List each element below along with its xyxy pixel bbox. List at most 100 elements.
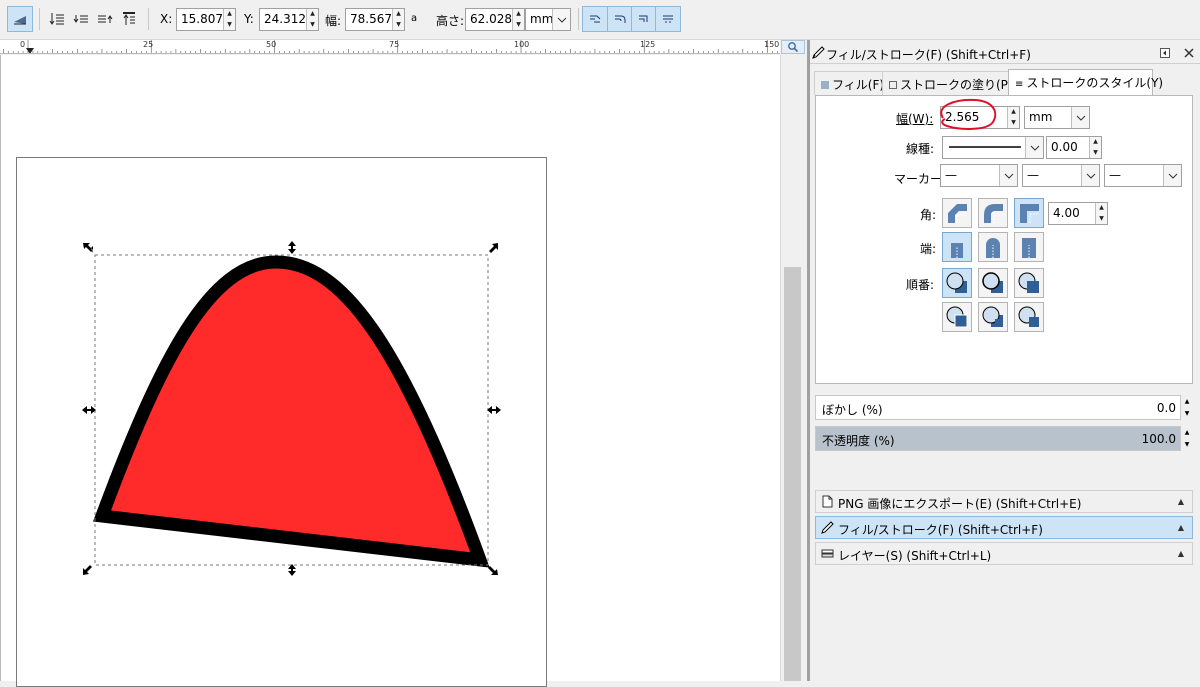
blur-slider[interactable]: ぼかし (%) 0.0 xyxy=(815,395,1181,420)
panel-title: フィル/ストローク(F) (Shift+Ctrl+F) xyxy=(826,48,1031,62)
tab-stroke-style[interactable]: ≡ ストロークのスタイル(Y) xyxy=(1008,69,1163,96)
cap-round-button[interactable] xyxy=(978,232,1008,262)
dash-label: 線種: xyxy=(906,142,935,156)
miter-join-icon xyxy=(1020,204,1039,223)
join-miter-button[interactable] xyxy=(1014,198,1044,228)
order-fill-markers-stroke-button[interactable] xyxy=(1014,268,1044,298)
paint-order-icon xyxy=(946,272,967,293)
resize-handle-top[interactable] xyxy=(288,241,296,254)
stroke-style-tab-icon: ≡ xyxy=(1015,79,1024,90)
expand-up-icon: ▲ xyxy=(1177,497,1184,506)
miter-limit-value: 4.00 xyxy=(1053,206,1080,220)
stroke-width-label: 幅(W): xyxy=(896,112,934,126)
butt-cap-icon xyxy=(951,243,963,258)
dock-layers[interactable]: レイヤー(S) (Shift+Ctrl+L) ▲ xyxy=(815,542,1193,565)
blur-value: 0.0 xyxy=(1156,401,1176,415)
dock-layers-label: レイヤー(S) (Shift+Ctrl+L) xyxy=(838,549,992,563)
chevron-down-icon xyxy=(1163,165,1181,186)
join-label: 角: xyxy=(920,208,937,222)
cap-square-button[interactable] xyxy=(1014,232,1044,262)
panel-title-bar: フィル/ストローク(F) (Shift+Ctrl+F) xyxy=(810,42,1200,64)
resize-handle-bottom[interactable] xyxy=(288,564,296,576)
order-markers-fill-stroke-button[interactable] xyxy=(942,302,972,332)
stroke-width-unit-select[interactable]: mm xyxy=(1024,106,1090,129)
stroke-width-unit: mm xyxy=(1029,110,1053,124)
export-file-icon xyxy=(822,495,833,508)
order-markers-stroke-fill-button[interactable] xyxy=(978,302,1008,332)
tab-fill-label: フィル(F) xyxy=(832,78,885,92)
paint-order-icon xyxy=(1018,272,1039,293)
mid-marker-select[interactable]: — xyxy=(1022,164,1100,187)
dash-offset-value: 0.00 xyxy=(1051,140,1078,154)
fill-stroke-panel: フィル/ストローク(F) (Shift+Ctrl+F) フィル(F) ストローク… xyxy=(810,40,1200,681)
order-stroke-fill-markers-button[interactable] xyxy=(978,268,1008,298)
blur-label: ぼかし (%) xyxy=(822,403,883,417)
resize-handle-right[interactable] xyxy=(487,406,501,414)
tab-bar: フィル(F) ストロークの塗り(P) ≡ ストロークのスタイル(Y) xyxy=(810,66,1200,96)
chevron-down-icon xyxy=(1081,165,1099,186)
expand-up-icon: ▲ xyxy=(1177,523,1184,532)
opacity-stepper[interactable]: ▲ ▼ xyxy=(1181,426,1193,451)
dash-offset-field[interactable]: 0.00 ▲ ▼ xyxy=(1046,136,1102,159)
opacity-label: 不透明度 (%) xyxy=(822,434,895,448)
cap-label: 端: xyxy=(920,242,937,256)
paint-order-icon xyxy=(982,306,1003,327)
chevron-down-icon xyxy=(999,165,1017,186)
cap-butt-button[interactable] xyxy=(942,232,972,262)
bevel-join-icon xyxy=(948,204,967,223)
red-curved-shape[interactable] xyxy=(93,255,490,568)
resize-handle-top-right[interactable] xyxy=(489,243,498,253)
order-label: 順番: xyxy=(906,278,935,292)
blur-stepper[interactable]: ▲ ▼ xyxy=(1181,395,1193,420)
paint-order-icon xyxy=(1018,306,1039,327)
iconify-panel-icon[interactable] xyxy=(1160,48,1170,58)
end-marker-select[interactable]: — xyxy=(1104,164,1182,187)
magnifier-icon xyxy=(788,42,799,53)
marker-label: マーカー: xyxy=(894,172,947,186)
stroke-paint-tab-icon xyxy=(889,81,897,89)
end-marker-value: — xyxy=(1109,168,1121,182)
resize-handle-left[interactable] xyxy=(82,406,96,414)
join-bevel-button[interactable] xyxy=(942,198,972,228)
dash-pattern-select[interactable] xyxy=(942,136,1044,159)
paint-order-icon xyxy=(982,272,1003,293)
opacity-slider[interactable]: 不透明度 (%) 100.0 xyxy=(815,426,1181,451)
stroke-style-content: 幅(W): 2.565 ▲▼ mm 線種: 0.00 ▲▼ マーカー: — xyxy=(815,95,1193,384)
dock-fill-stroke[interactable]: フィル/ストローク(F) (Shift+Ctrl+F) ▲ xyxy=(815,516,1193,539)
tab-fill[interactable]: フィル(F) xyxy=(814,71,884,95)
selection-layer xyxy=(82,241,501,576)
join-round-button[interactable] xyxy=(978,198,1008,228)
dock-png-export[interactable]: PNG 画像にエクスポート(E) (Shift+Ctrl+E) ▲ xyxy=(815,490,1193,513)
start-marker-select[interactable]: — xyxy=(940,164,1018,187)
miter-limit-stepper[interactable]: ▲ ▼ xyxy=(1095,203,1107,224)
resize-handle-bottom-right[interactable] xyxy=(488,566,498,575)
zoom-corner-button[interactable] xyxy=(781,40,805,54)
expand-up-icon: ▲ xyxy=(1177,549,1184,558)
order-fill-stroke-markers-button[interactable] xyxy=(942,268,972,298)
chevron-down-icon xyxy=(1025,137,1043,158)
dash-pattern-preview xyxy=(943,137,1025,158)
dock-fill-stroke-label: フィル/ストローク(F) (Shift+Ctrl+F) xyxy=(838,523,1043,537)
order-stroke-markers-fill-button[interactable] xyxy=(1014,302,1044,332)
dash-offset-stepper[interactable]: ▲ ▼ xyxy=(1089,137,1101,158)
layers-icon xyxy=(821,549,834,558)
tab-stroke-paint-label: ストロークの塗り(P) xyxy=(900,78,1013,92)
miter-limit-field[interactable]: 4.00 ▲ ▼ xyxy=(1048,202,1108,225)
square-cap-icon xyxy=(1022,238,1036,258)
red-circle-annotation xyxy=(940,98,997,130)
close-icon[interactable] xyxy=(1184,48,1194,58)
resize-handle-top-left[interactable] xyxy=(83,243,93,253)
tab-stroke-paint[interactable]: ストロークの塗り(P) xyxy=(882,71,1013,95)
tab-stroke-style-label: ストロークのスタイル(Y) xyxy=(1026,76,1164,90)
round-cap-icon xyxy=(986,238,1000,258)
mid-marker-value: — xyxy=(1027,168,1039,182)
paint-order-icon xyxy=(946,306,968,328)
fill-tab-icon xyxy=(821,81,829,89)
vertical-scrollbar-thumb[interactable] xyxy=(784,267,801,681)
resize-handle-bottom-left[interactable] xyxy=(83,565,92,575)
opacity-value: 100.0 xyxy=(1141,432,1176,446)
stroke-width-stepper[interactable]: ▲ ▼ xyxy=(1007,107,1019,128)
fill-stroke-icon xyxy=(812,46,825,59)
dock-png-export-label: PNG 画像にエクスポート(E) (Shift+Ctrl+E) xyxy=(838,497,1082,511)
fill-stroke-icon xyxy=(821,521,834,534)
